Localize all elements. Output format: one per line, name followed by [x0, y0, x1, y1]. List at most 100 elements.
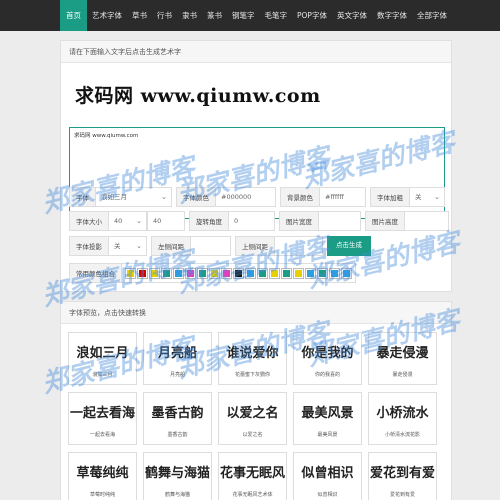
font-sample: 一起去看海: [69, 406, 135, 421]
font-label: 字体: [69, 187, 96, 207]
color-swatches: [122, 263, 356, 283]
nav-item[interactable]: 草书: [127, 0, 152, 31]
font-sample: 似曾相识: [301, 466, 354, 481]
nav-item[interactable]: 首页: [60, 0, 87, 31]
font-preview-card[interactable]: 暴走侵漫 暴走侵漫: [368, 332, 437, 385]
nav-item[interactable]: 全部字体: [412, 0, 452, 31]
color-swatch[interactable]: [221, 267, 232, 279]
color-swatch[interactable]: [269, 267, 280, 279]
nav-item[interactable]: 行书: [152, 0, 177, 31]
color-swatch[interactable]: [125, 267, 136, 279]
font-sample: 爱花到有爱: [369, 466, 435, 481]
img-height-label: 图片高度: [365, 211, 405, 231]
nav-item[interactable]: 毛笔字: [260, 0, 293, 31]
font-select[interactable]: 浪如三月: [96, 187, 172, 207]
bg-color-input[interactable]: #ffffff: [320, 187, 366, 207]
color-swatch[interactable]: [293, 267, 304, 279]
size-label: 字体大小: [69, 211, 109, 231]
color-swatch[interactable]: [197, 267, 208, 279]
font-caption: 暴走侵漫: [392, 372, 413, 378]
size-select[interactable]: 40: [109, 211, 147, 231]
font-caption: 花蕾蜜下灰鹦你: [234, 372, 270, 378]
font-preview-card[interactable]: 花事无眠风花事无眠风艺术体: [218, 452, 287, 500]
font-color-label: 字体颜色: [176, 187, 216, 207]
top-nav: 首页 艺术字体 草书 行书 隶书 篆书 钢笔字 毛笔字 POP字体 英文字体 数字字体 全部字体: [0, 0, 500, 31]
color-swatch[interactable]: [233, 267, 244, 279]
color-swatch[interactable]: [341, 267, 352, 279]
font-preview-card[interactable]: 一起去看海 一起去看海: [68, 392, 137, 445]
color-swatch[interactable]: [149, 267, 160, 279]
bold-select[interactable]: 关: [410, 187, 445, 207]
font-sample: 你是我的: [301, 346, 354, 361]
font-preview-card[interactable]: 你是我的 你的我喜的: [293, 332, 362, 385]
editor-panel: 请在下面输入文字后点击生成艺术字 求码网 www.qiumw.com 求码网 w…: [60, 40, 452, 292]
nav-item[interactable]: POP字体: [292, 0, 332, 31]
color-swatch[interactable]: [245, 267, 256, 279]
nav-item[interactable]: 英文字体: [332, 0, 372, 31]
font-caption: 浪如三月: [92, 372, 113, 378]
generate-button[interactable]: 点击生成: [327, 236, 371, 256]
font-preview-card[interactable]: 以爱之名 以爱之名: [218, 392, 287, 445]
font-sample: 浪如三月: [76, 346, 129, 361]
size-row: 字体大小 40 40 旋转角度 0 图片宽度 图片高度: [69, 211, 449, 231]
color-swatch[interactable]: [161, 267, 172, 279]
color-swatch[interactable]: [185, 267, 196, 279]
color-swatch[interactable]: [173, 267, 184, 279]
nav-item[interactable]: 篆书: [202, 0, 227, 31]
shadow-select[interactable]: 关: [109, 236, 147, 256]
rotate-input[interactable]: 0: [229, 211, 275, 231]
color-swatch[interactable]: [305, 267, 316, 279]
font-caption: 以爱之名: [242, 432, 263, 438]
font-preview-card[interactable]: 墨香古韵 墨香古韵: [143, 392, 212, 445]
left-margin-label: 左侧间距: [151, 236, 191, 256]
size-input[interactable]: 40: [147, 211, 185, 231]
font-caption: 花事无眠风艺术体: [232, 492, 273, 498]
rotate-label: 旋转角度: [189, 211, 229, 231]
nav-item[interactable]: 数字字体: [372, 0, 412, 31]
img-height-input[interactable]: [405, 211, 449, 231]
color-swatch[interactable]: [329, 267, 340, 279]
editor-heading: 请在下面输入文字后点击生成艺术字: [61, 41, 451, 63]
color-swatch[interactable]: [281, 267, 292, 279]
shadow-row: 字体投影 关 左侧间距 上侧间距 点击生成: [69, 236, 371, 256]
font-caption: 你的我喜的: [314, 372, 340, 378]
bg-color-label: 背景颜色: [280, 187, 320, 207]
font-caption: 小桥清水流花影: [384, 432, 420, 438]
font-caption: 似曾相识: [317, 492, 338, 498]
shadow-label: 字体投影: [69, 236, 109, 256]
font-sample: 谁说爱你: [226, 346, 279, 361]
font-preview-card[interactable]: 浪如三月 浪如三月: [68, 332, 137, 385]
font-preview-card[interactable]: 鹤舞与海猫 鹤舞与海猫: [143, 452, 212, 500]
font-caption: 墨香古韵: [167, 432, 188, 438]
left-margin-input[interactable]: [191, 236, 231, 256]
font-preview-panel: 字体预览，点击快速转换 浪如三月 浪如三月 月亮船 月亮船 谁说爱你 花蕾蜜下灰鹦你 你是我…: [60, 301, 452, 500]
font-preview-grid: 浪如三月 浪如三月 月亮船 月亮船 谁说爱你 花蕾蜜下灰鹦你 你是我的 你的我喜的 暴走侵漫 暴走…: [68, 332, 444, 500]
font-color-input[interactable]: #000000: [216, 187, 276, 207]
top-margin-input[interactable]: [275, 236, 323, 256]
font-caption: 月亮船: [169, 372, 185, 378]
font-sample: 墨香古韵: [151, 406, 204, 421]
font-row: 字体 浪如三月 字体颜色 #000000 背景颜色 #ffffff 字体加粗 关: [69, 187, 445, 207]
color-swatch[interactable]: [209, 267, 220, 279]
font-sample: 最美风景: [301, 406, 354, 421]
font-preview-card[interactable]: 月亮船 月亮船: [143, 332, 212, 385]
font-caption: 最美风景: [317, 432, 338, 438]
img-width-input[interactable]: [319, 211, 361, 231]
font-preview-card[interactable]: 谁说爱你花蕾蜜下灰鹦你: [218, 332, 287, 385]
font-preview-card[interactable]: 似曾相识 似曾相识: [293, 452, 362, 500]
color-swatch[interactable]: [137, 267, 148, 279]
font-sample: 花事无眠风: [219, 466, 285, 481]
nav-item[interactable]: 钢笔字: [227, 0, 260, 31]
color-swatch[interactable]: [317, 267, 328, 279]
font-preview-card[interactable]: 最美风景 最美风景: [293, 392, 362, 445]
font-caption: 鹤舞与海猫: [164, 492, 190, 498]
font-preview-card[interactable]: 草莓纯纯 草莓时纯纯: [68, 452, 137, 500]
font-caption: 一起去看海: [89, 432, 115, 438]
font-preview-card[interactable]: 小桥流水 小桥清水流花影: [368, 392, 437, 445]
nav-item[interactable]: 隶书: [177, 0, 202, 31]
color-swatch[interactable]: [257, 267, 268, 279]
nav-item[interactable]: 艺术字体: [87, 0, 127, 31]
font-sample: 鹤舞与海猫: [144, 466, 210, 481]
font-caption: 草莓时纯纯: [89, 492, 115, 498]
font-preview-card[interactable]: 爱花到有爱 爱花到有爱: [368, 452, 437, 500]
